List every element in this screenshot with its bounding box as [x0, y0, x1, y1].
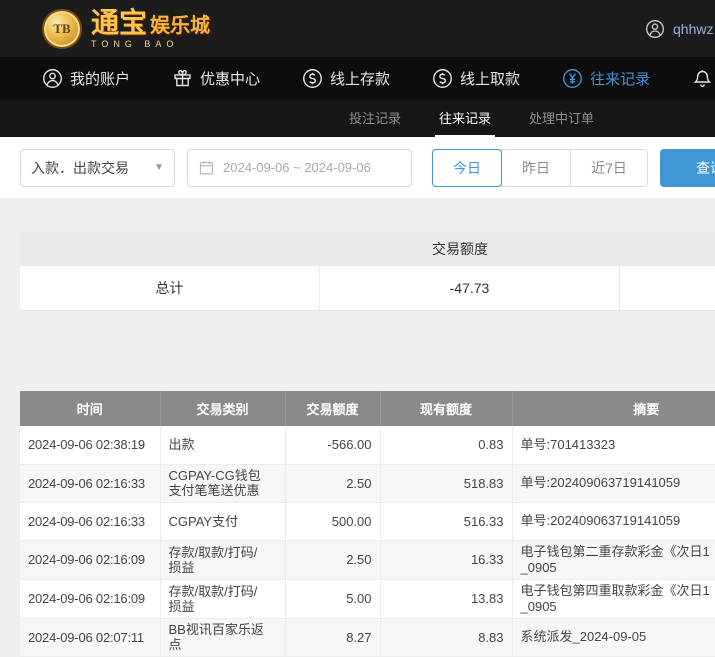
tab-betting-records[interactable]: 投注记录 [345, 108, 405, 137]
nav-item-label: 我的账户 [70, 71, 131, 88]
user-avatar-icon [646, 19, 664, 38]
cell-type: 存款/取款/打码/ 损益 [160, 579, 286, 619]
cell-type: 出款 [160, 426, 286, 465]
table-row: 2024-09-06 02:16:33 CGPAY支付 500.00 516.3… [20, 502, 715, 541]
nav-item-label: 往来记录 [590, 71, 651, 88]
summary-header: 交易额度 [20, 232, 715, 266]
logo-subtitle: TONG BAO [91, 38, 179, 49]
nav-item-messages[interactable] [692, 68, 713, 89]
cell-amount: 5.00 [285, 579, 381, 619]
tab-transaction-records[interactable]: 往来记录 [435, 108, 496, 137]
top-header: TB 通宝 娱乐城 TONG BAO qhhwz [0, 0, 715, 57]
filter-bar: 入款．出款交易 ▼ 2024-09-06 ~ 2024-09-06 今日 昨日 … [0, 137, 715, 198]
quick-range-yesterday-button[interactable]: 昨日 [501, 148, 571, 187]
cell-time: 2024-09-06 02:16:33 [20, 464, 161, 503]
cell-balance: 518.83 [380, 464, 513, 503]
page: TB 通宝 娱乐城 TONG BAO qhhwz 我的账户 优惠中心 线上存款 … [0, 0, 715, 657]
cell-time: 2024-09-06 02:38:19 [20, 426, 161, 465]
chevron-down-icon: ▼ [154, 162, 164, 173]
column-header-balance: 现有额度 [380, 391, 513, 426]
summary-total-row: 总计 -47.73 [20, 266, 715, 311]
bell-icon [693, 70, 712, 87]
logo-title-main: 通宝 [91, 6, 148, 38]
nav-item-label: 线上取款 [460, 71, 521, 88]
logo-coin-icon: TB [42, 8, 82, 49]
records-table: 时间 交易类别 交易额度 现有额度 摘要 2024-09-06 02:38:19… [20, 391, 715, 657]
search-button[interactable]: 查询 [660, 148, 715, 187]
transaction-type-select[interactable]: 入款．出款交易 ▼ [20, 148, 175, 187]
nav-item-label: 优惠中心 [200, 71, 261, 88]
quick-range-today-button[interactable]: 今日 [432, 148, 502, 187]
nav-item-online-deposit[interactable]: 线上存款 [302, 68, 390, 89]
table-row: 2024-09-06 02:07:11 BB视讯百家乐返 点 8.27 8.83… [20, 618, 715, 657]
summary-empty-cell [620, 266, 715, 310]
records-coin-icon [563, 69, 583, 88]
cell-balance: 13.83 [380, 579, 513, 619]
cell-type: BB视讯百家乐返 点 [160, 618, 286, 657]
logo-coin-text: TB [53, 20, 71, 36]
nav-item-my-account[interactable]: 我的账户 [42, 68, 130, 89]
cell-amount: 2.50 [285, 464, 381, 503]
cell-summary: 系统派发_2024-09-05 [512, 618, 715, 657]
cell-time: 2024-09-06 02:16:09 [20, 579, 161, 619]
username: qhhwz [673, 20, 714, 37]
cell-type: CGPAY支付 [160, 502, 286, 541]
quick-range-7days-button[interactable]: 近7日 [570, 148, 648, 187]
sub-tab-strip: 投注记录 往来记录 处理中订单 [0, 100, 715, 137]
cell-balance: 16.33 [380, 540, 513, 580]
logo: TB 通宝 娱乐城 TONG BAO [42, 6, 211, 49]
withdraw-coin-icon [433, 69, 452, 88]
column-header-summary: 摘要 [512, 391, 715, 426]
table-row: 2024-09-06 02:16:33 CGPAY-CG钱包 支付笔笔送优惠 2… [20, 464, 715, 503]
table-row: 2024-09-06 02:38:19 出款 -566.00 0.83 单号:7… [20, 426, 715, 465]
quick-range-group: 今日 昨日 近7日 [432, 148, 648, 187]
content-area: 交易额度 总计 -47.73 时间 交易类别 交易额度 现有额度 摘要 2024… [0, 198, 715, 657]
cell-summary: 单号:202409063719141059 [512, 502, 715, 541]
cell-summary: 电子钱包第二重存款彩金《次日1 _0905 [512, 540, 715, 580]
cell-summary: 单号:202409063719141059 [512, 464, 715, 503]
transaction-type-value: 入款．出款交易 [31, 159, 129, 176]
nav-item-label: 线上存款 [330, 71, 391, 88]
cell-amount: 500.00 [285, 502, 381, 541]
deposit-coin-icon [303, 69, 322, 88]
nav-item-online-withdraw[interactable]: 线上取款 [432, 68, 520, 89]
tab-processing-orders[interactable]: 处理中订单 [525, 108, 598, 137]
cell-balance: 0.83 [380, 426, 513, 465]
column-header-amount: 交易额度 [285, 391, 381, 426]
cell-summary: 单号:701413323 [512, 426, 715, 465]
column-header-type: 交易类别 [160, 391, 286, 426]
column-header-time: 时间 [20, 391, 161, 426]
logo-title-rest: 娱乐城 [150, 14, 211, 37]
cell-time: 2024-09-06 02:16:33 [20, 502, 161, 541]
cell-amount: -566.00 [285, 426, 381, 465]
main-nav: 我的账户 优惠中心 线上存款 线上取款 往来记录 [0, 57, 715, 100]
table-row: 2024-09-06 02:16:09 存款/取款/打码/ 损益 2.50 16… [20, 540, 715, 580]
summary-total-label: 总计 [20, 266, 320, 310]
nav-item-promotions[interactable]: 优惠中心 [172, 68, 260, 89]
cell-type: CGPAY-CG钱包 支付笔笔送优惠 [160, 464, 286, 503]
cell-balance: 8.83 [380, 618, 513, 657]
cell-balance: 516.33 [380, 502, 513, 541]
user-account[interactable]: qhhwz [645, 19, 713, 39]
cell-amount: 2.50 [285, 540, 381, 580]
table-header-row: 时间 交易类别 交易额度 现有额度 摘要 [20, 391, 715, 426]
cell-type: 存款/取款/打码/ 损益 [160, 540, 286, 580]
cell-amount: 8.27 [285, 618, 381, 657]
date-range-value: 2024-09-06 ~ 2024-09-06 [223, 160, 371, 175]
calendar-icon [199, 161, 214, 175]
gift-icon [174, 69, 191, 87]
table-row: 2024-09-06 02:16:09 存款/取款/打码/ 损益 5.00 13… [20, 579, 715, 619]
logo-text: 通宝 娱乐城 TONG BAO [91, 6, 211, 49]
nav-item-transaction-records[interactable]: 往来记录 [562, 68, 650, 89]
summary-table: 交易额度 总计 -47.73 [20, 232, 715, 311]
summary-total-value: -47.73 [320, 266, 620, 310]
user-circle-icon [43, 69, 62, 88]
cell-summary: 电子钱包第四重取款彩金《次日1 _0905 [512, 579, 715, 619]
cell-time: 2024-09-06 02:07:11 [20, 618, 161, 657]
date-range-picker[interactable]: 2024-09-06 ~ 2024-09-06 [187, 148, 412, 187]
cell-time: 2024-09-06 02:16:09 [20, 540, 161, 580]
